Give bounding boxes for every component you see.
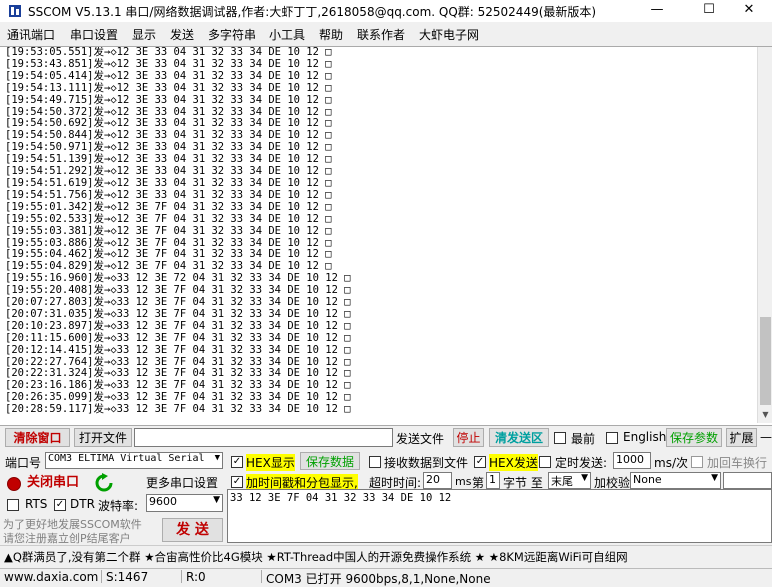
- clear-window-button[interactable]: 清除窗口: [5, 428, 70, 447]
- baud-select[interactable]: 9600 ▼: [146, 494, 223, 512]
- english-label: English: [623, 430, 667, 444]
- status-separator: [261, 570, 262, 583]
- menu-contact-author[interactable]: 联系作者: [357, 26, 405, 43]
- clear-send-button[interactable]: 清发送区: [489, 428, 549, 447]
- port-select-value: COM3 ELTIMA Virtual Serial: [48, 453, 205, 464]
- log-line: [19:54:13.111]发→◇12 3E 33 04 31 32 33 34…: [5, 81, 332, 94]
- add-crlf-label: 加回车换行: [707, 456, 768, 470]
- baud-label: 波特率:: [98, 499, 139, 513]
- checksum-extra-input[interactable]: [723, 472, 772, 489]
- timeout-unit: ms: [455, 475, 472, 488]
- log-line: [20:10:23.897]发→◇33 12 3E 7F 04 31 32 33…: [5, 319, 351, 332]
- close-port-button[interactable]: 关闭串口: [27, 474, 91, 494]
- chevron-down-icon: ▼: [711, 473, 718, 483]
- receive-log[interactable]: [19:53:05.551]发→◇12 3E 33 04 31 32 33 34…: [0, 46, 772, 426]
- english-checkbox[interactable]: [606, 432, 618, 444]
- rts-label: RTS: [25, 497, 48, 511]
- log-line: [19:54:51.756]发→◇12 3E 33 04 31 32 33 34…: [5, 188, 332, 201]
- file-path-input[interactable]: [134, 428, 393, 447]
- window-title: SSCOM V5.13.1 串口/网络数据调试器,作者:大虾丁丁,2618058…: [28, 5, 597, 19]
- promo-line-2[interactable]: 请您注册嘉立创P结尾客户: [3, 530, 131, 546]
- chevron-down-icon: ▼: [213, 495, 220, 505]
- stop-button[interactable]: 停止: [453, 428, 484, 447]
- rts-checkbox[interactable]: [7, 499, 19, 511]
- chevron-down-icon: ▼: [581, 473, 588, 483]
- app-icon: [9, 5, 21, 17]
- log-line: [20:12:14.415]发→◇33 12 3E 7F 04 31 32 33…: [5, 343, 351, 356]
- status-port-info: COM3 已打开 9600bps,8,1,None,None: [266, 572, 491, 586]
- menu-multi-string[interactable]: 多字符串: [208, 26, 256, 43]
- byte-index-input[interactable]: 1: [486, 472, 500, 489]
- timed-send-label: 定时发送:: [555, 456, 608, 470]
- send-button[interactable]: 发 送: [162, 518, 223, 542]
- byte-end-value: 末尾: [551, 475, 573, 488]
- topmost-label: 最前: [571, 432, 596, 446]
- menu-bar: 通讯端口 串口设置 显示 发送 多字符串 小工具 帮助 联系作者 大虾电子网: [0, 23, 772, 45]
- dtr-checkbox[interactable]: ✓: [54, 499, 66, 511]
- byte-end-select[interactable]: 末尾 ▼: [548, 472, 591, 489]
- hex-send-checkbox[interactable]: ✓: [474, 456, 486, 468]
- log-lines: [19:53:05.551]发→◇12 3E 33 04 31 32 33 34…: [5, 47, 351, 416]
- interval-input[interactable]: 1000: [613, 452, 651, 469]
- menu-tools[interactable]: 小工具: [269, 26, 305, 43]
- baud-select-value: 9600: [149, 495, 177, 508]
- save-params-button[interactable]: 保存参数: [666, 428, 722, 447]
- menu-serial-settings[interactable]: 串口设置: [70, 26, 118, 43]
- marquee-text[interactable]: ▲Q群满员了,没有第二个群 ★合宙高性价比4G模块 ★RT-Thread中国人的…: [4, 549, 628, 565]
- expand-button[interactable]: 扩展: [726, 428, 757, 447]
- status-separator: [101, 570, 102, 583]
- status-separator: [181, 570, 182, 583]
- status-bar: www.daxia.com S:1467 R:0 COM3 已打开 9600bp…: [0, 568, 772, 586]
- timeout-input[interactable]: 20: [423, 472, 452, 489]
- port-select[interactable]: COM3 ELTIMA Virtual Serial ▼: [45, 452, 223, 469]
- log-line: [19:55:03.381]发→◇12 3E 7F 04 31 32 33 34…: [5, 224, 332, 237]
- status-sent-count: S:1467: [106, 570, 149, 584]
- title-bar: SSCOM V5.13.1 串口/网络数据调试器,作者:大虾丁丁,2618058…: [0, 0, 772, 22]
- save-data-button[interactable]: 保存数据: [300, 452, 360, 470]
- close-button[interactable]: ✕: [726, 0, 772, 22]
- log-line: [19:54:05.414]发→◇12 3E 33 04 31 32 33 34…: [5, 69, 332, 82]
- log-line: [20:11:15.600]发→◇33 12 3E 7F 04 31 32 33…: [5, 331, 351, 344]
- add-crlf-checkbox[interactable]: [691, 456, 703, 468]
- collapse-button[interactable]: —: [760, 430, 772, 444]
- hex-display-checkbox[interactable]: ✓: [231, 456, 243, 468]
- topmost-checkbox[interactable]: [554, 432, 566, 444]
- log-line: [19:54:49.715]发→◇12 3E 33 04 31 32 33 34…: [5, 93, 332, 106]
- chevron-down-icon: ▼: [214, 453, 220, 463]
- recv-to-file-label: 接收数据到文件: [384, 456, 469, 470]
- log-line: [19:55:01.342]发→◇12 3E 7F 04 31 32 33 34…: [5, 200, 332, 213]
- menu-daxia-site[interactable]: 大虾电子网: [419, 26, 479, 43]
- checksum-value: None: [633, 473, 662, 486]
- timestamp-checkbox[interactable]: ✓: [231, 476, 243, 488]
- menu-comm-port[interactable]: 通讯端口: [7, 26, 55, 43]
- status-site[interactable]: www.daxia.com: [4, 570, 98, 584]
- log-line: [19:55:02.533]发→◇12 3E 7F 04 31 32 33 34…: [5, 212, 332, 225]
- port-status-led-icon: [7, 477, 21, 491]
- menu-send[interactable]: 发送: [170, 26, 194, 43]
- send-file-button[interactable]: 发送文件: [396, 430, 444, 447]
- log-scrollbar[interactable]: ▼: [757, 47, 772, 423]
- port-label: 端口号: [5, 456, 42, 470]
- timed-send-checkbox[interactable]: [539, 456, 551, 468]
- minimize-button[interactable]: —: [634, 0, 680, 22]
- scroll-down-arrow-icon[interactable]: ▼: [758, 407, 772, 423]
- dtr-label: DTR: [70, 497, 95, 511]
- recv-to-file-checkbox[interactable]: [369, 456, 381, 468]
- more-settings-button[interactable]: 更多串口设置: [146, 474, 218, 491]
- menu-help[interactable]: 帮助: [319, 26, 343, 43]
- checksum-select[interactable]: None ▼: [630, 472, 721, 489]
- refresh-icon[interactable]: [95, 473, 113, 493]
- log-line: [20:28:59.117]发→◇33 12 3E 7F 04 31 32 33…: [5, 403, 351, 416]
- scrollbar-thumb[interactable]: [760, 317, 771, 405]
- interval-unit: ms/次: [654, 456, 688, 470]
- hex-display-label: HEX显示: [246, 454, 295, 471]
- menu-display[interactable]: 显示: [132, 26, 156, 43]
- open-file-button[interactable]: 打开文件: [74, 428, 132, 447]
- hex-send-label: HEX发送: [489, 454, 538, 471]
- send-input[interactable]: 33 12 3E 7F 04 31 32 33 34 DE 10 12: [227, 489, 772, 543]
- status-received-count: R:0: [186, 570, 206, 584]
- marquee-bar: ▲Q群满员了,没有第二个群 ★合宙高性价比4G模块 ★RT-Thread中国人的…: [0, 545, 772, 567]
